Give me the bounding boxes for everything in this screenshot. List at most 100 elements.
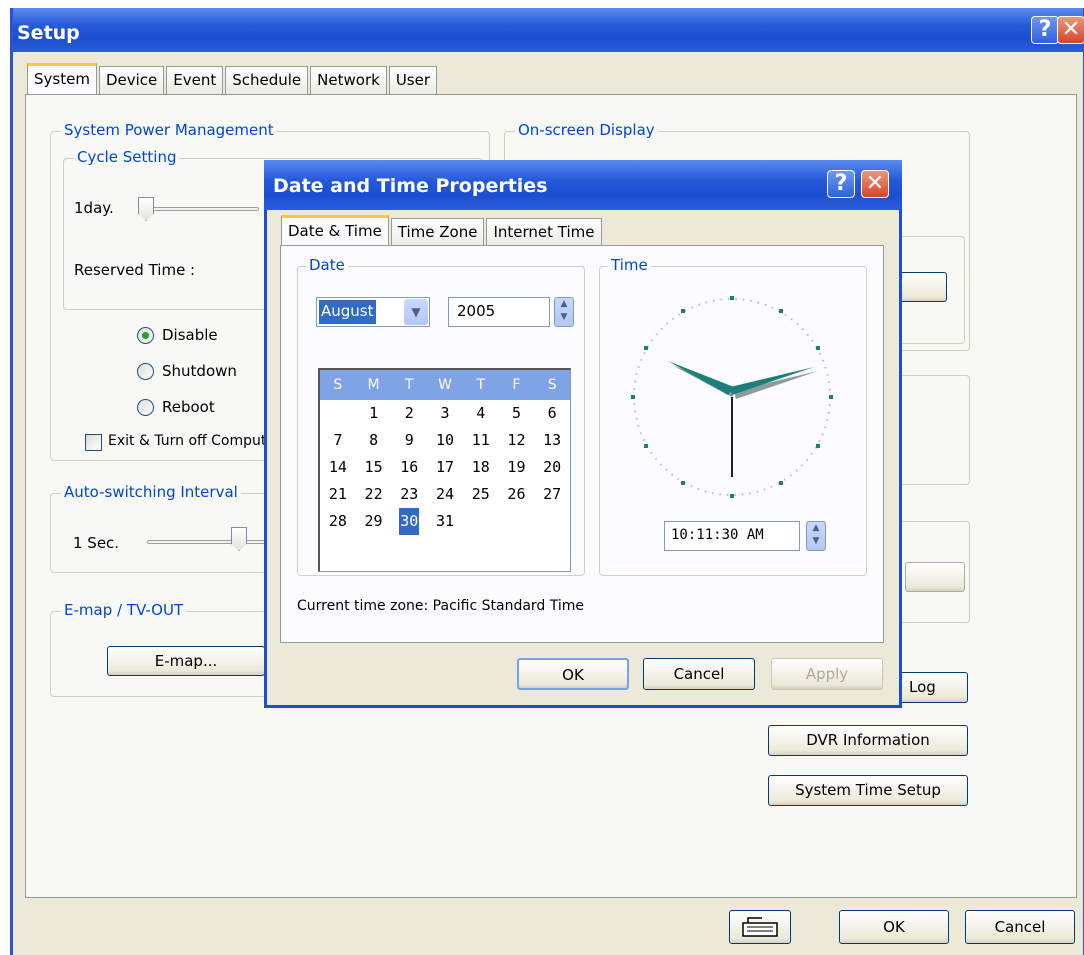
power-group-label: System Power Management (61, 121, 277, 139)
emap-group-label: E-map / TV-OUT (61, 601, 187, 619)
tab-event[interactable]: Event (166, 66, 224, 94)
dialog-apply-button[interactable]: Apply (771, 658, 883, 690)
disable-radio[interactable] (137, 327, 154, 344)
weekday-label: T (476, 377, 486, 393)
month-value: August (319, 300, 376, 324)
tab-schedule[interactable]: Schedule (225, 66, 309, 94)
calendar-day[interactable]: 22 (356, 481, 392, 508)
spin-down-icon[interactable]: ▼ (555, 311, 573, 324)
keyboard-button[interactable] (729, 910, 791, 944)
setup-cancel-button[interactable]: Cancel (965, 910, 1075, 944)
calendar-day[interactable]: 1 (356, 400, 392, 427)
calendar-day[interactable]: 11 (463, 427, 499, 454)
tab-time-zone[interactable]: Time Zone (390, 218, 485, 246)
tab-device[interactable]: Device (98, 66, 165, 94)
calendar-day[interactable]: 19 (499, 454, 535, 481)
calendar-body: 1 2 3 4 5 6 7 8 9 10 11 12 13 14 15 16 17 18 19 20 21 22 23 24 2… (320, 400, 570, 535)
calendar-day[interactable]: 25 (463, 481, 499, 508)
year-field[interactable]: 2005 (448, 297, 550, 327)
calendar-day[interactable]: 9 (391, 427, 427, 454)
setup-ok-button[interactable]: OK (839, 910, 949, 944)
year-spinner[interactable]: ▲ ▼ (554, 297, 574, 327)
calendar-day[interactable]: 10 (427, 427, 463, 454)
cycle-slider-track[interactable] (139, 207, 259, 211)
calendar-day[interactable]: 6 (534, 400, 570, 427)
calendar-day[interactable]: 28 (320, 508, 356, 535)
tab-internet-time[interactable]: Internet Time (486, 218, 602, 246)
calendar-week-row: 28 29 30 31 (320, 508, 570, 535)
calendar-day[interactable]: 31 (427, 508, 463, 535)
month-select[interactable]: August ▼ (316, 297, 430, 327)
right-group-3-button[interactable] (905, 562, 965, 592)
calendar-day (534, 508, 570, 535)
reserved-time-label: Reserved Time : (74, 261, 196, 279)
calendar-day[interactable]: 20 (534, 454, 570, 481)
calendar-day[interactable]: 2 (391, 400, 427, 427)
auto-switching-slider-track[interactable] (147, 540, 267, 544)
date-time-panel: Date August ▼ 2005 ▲ ▼ S M T W T F S 1 2… (280, 245, 884, 643)
calendar-day[interactable]: 13 (534, 427, 570, 454)
calendar-day[interactable]: 17 (427, 454, 463, 481)
calendar-day[interactable]: 15 (356, 454, 392, 481)
dialog-help-button[interactable]: ? (827, 170, 855, 198)
time-group: Time 10:11:30 AM ▲ ▼ (599, 256, 867, 576)
auto-switching-slider-thumb[interactable] (231, 527, 247, 551)
dialog-cancel-button[interactable]: Cancel (643, 658, 755, 690)
reboot-radio[interactable] (137, 399, 154, 416)
setup-titlebar: Setup (13, 8, 1083, 52)
emap-button[interactable]: E-map... (107, 646, 265, 676)
calendar-day[interactable]: 18 (463, 454, 499, 481)
exit-turn-off-label: Exit & Turn off Compute (108, 433, 275, 449)
date-time-dialog: Date and Time Properties ? ✕ Date & Time… (264, 160, 902, 708)
calendar-day[interactable]: 29 (356, 508, 392, 535)
time-field[interactable]: 10:11:30 AM (664, 521, 800, 551)
calendar-day[interactable]: 5 (499, 400, 535, 427)
calendar-day[interactable]: 4 (463, 400, 499, 427)
time-spinner[interactable]: ▲ ▼ (806, 521, 826, 551)
calendar-day[interactable]: 23 (391, 481, 427, 508)
cycle-day-label: 1day. (74, 199, 114, 217)
spin-up-icon[interactable]: ▲ (555, 298, 573, 311)
tab-system[interactable]: System (27, 63, 97, 94)
setup-tabs: System Device Event Schedule Network Use… (27, 63, 439, 94)
calendar-day[interactable]: 27 (534, 481, 570, 508)
shutdown-radio[interactable] (137, 363, 154, 380)
system-time-setup-button[interactable]: System Time Setup (768, 775, 968, 806)
calendar-day[interactable]: 26 (499, 481, 535, 508)
calendar-day[interactable]: 21 (320, 481, 356, 508)
weekday-label: S (333, 377, 343, 393)
calendar-week-row: 21 22 23 24 25 26 27 (320, 481, 570, 508)
analog-clock-icon (631, 296, 833, 498)
calendar-day[interactable]: 14 (320, 454, 356, 481)
calendar-day[interactable]: 30 (399, 508, 420, 535)
weekday-label: W (438, 377, 452, 393)
auto-switching-value: 1 Sec. (73, 534, 120, 552)
tab-user[interactable]: User (388, 66, 438, 94)
calendar-day[interactable]: 24 (427, 481, 463, 508)
date-group-label: Date (306, 256, 348, 274)
cycle-group-label: Cycle Setting (74, 148, 180, 166)
close-button[interactable]: ✕ (1057, 16, 1084, 44)
cycle-slider-thumb[interactable] (138, 197, 154, 221)
calendar-day[interactable]: 16 (391, 454, 427, 481)
calendar-week-row: 14 15 16 17 18 19 20 (320, 454, 570, 481)
calendar-day[interactable]: 8 (356, 427, 392, 454)
dialog-title: Date and Time Properties (273, 175, 548, 197)
exit-turn-off-checkbox[interactable] (85, 434, 102, 451)
calendar-grid[interactable]: S M T W T F S 1 2 3 4 5 6 7 8 9 10 11 12 13 14 15 16 17 1… (318, 368, 571, 572)
chevron-down-icon[interactable]: ▼ (404, 299, 428, 325)
calendar-day[interactable]: 12 (499, 427, 535, 454)
spin-down-icon[interactable]: ▼ (807, 535, 825, 548)
dialog-ok-button[interactable]: OK (517, 658, 629, 690)
tab-network[interactable]: Network (310, 66, 387, 94)
help-button[interactable]: ? (1031, 16, 1059, 44)
dialog-close-button[interactable]: ✕ (861, 170, 889, 198)
spin-up-icon[interactable]: ▲ (807, 522, 825, 535)
calendar-day (320, 400, 356, 427)
current-timezone-text: Current time zone: Pacific Standard Time (297, 598, 585, 614)
dvr-information-button[interactable]: DVR Information (768, 725, 968, 756)
calendar-day[interactable]: 3 (427, 400, 463, 427)
auto-switching-label: Auto-switching Interval (61, 483, 241, 501)
tab-date-time[interactable]: Date & Time (281, 215, 389, 246)
calendar-day[interactable]: 7 (320, 427, 356, 454)
